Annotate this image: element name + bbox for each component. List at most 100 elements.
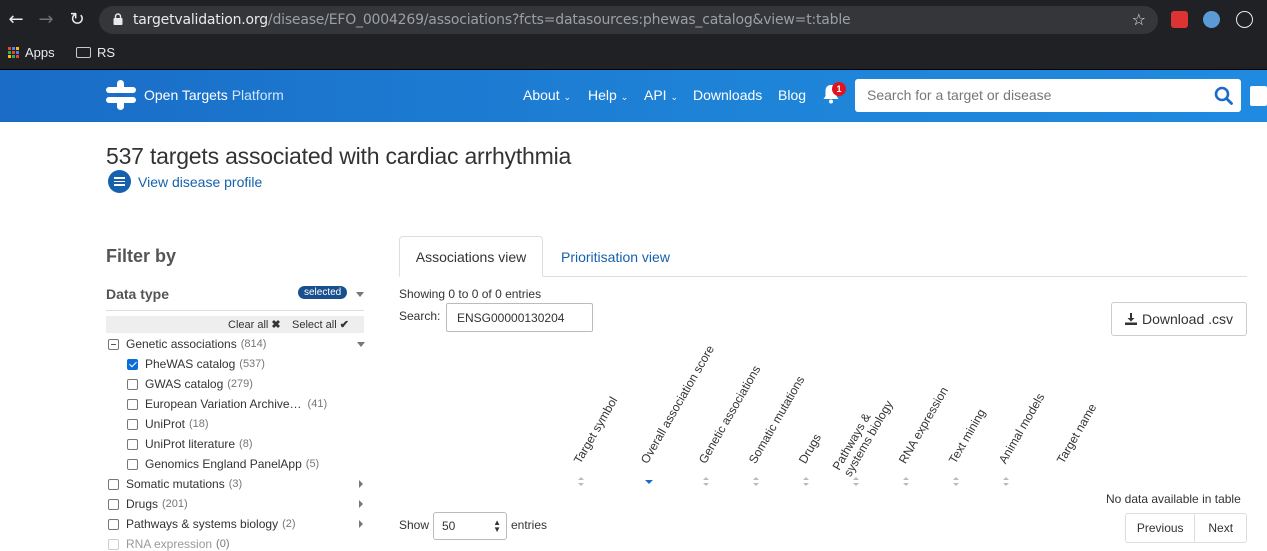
filter-item-pathways-systems-biology[interactable]: Pathways & systems biology (2) <box>108 517 296 531</box>
bookmark-rs[interactable]: RS <box>76 45 115 60</box>
filter-item-gwas-catalog[interactable]: GWAS catalog (279) <box>127 377 253 391</box>
filter-item-drugs[interactable]: Drugs (201) <box>108 497 188 511</box>
checkbox[interactable] <box>127 458 138 470</box>
nav-help[interactable]: Help ⌄ <box>588 87 628 103</box>
nav-api[interactable]: API ⌄ <box>644 87 678 103</box>
extension-red-icon[interactable] <box>1171 11 1188 28</box>
chevron-down-icon: ⌄ <box>620 92 629 102</box>
url-host: targetvalidation.org <box>133 12 268 28</box>
sort-icon[interactable] <box>852 477 860 487</box>
filter-item-label: UniProt literature <box>145 437 236 451</box>
sort-icon[interactable] <box>802 477 810 487</box>
nav-api-label: API <box>644 87 667 103</box>
caret-right-icon[interactable] <box>359 520 363 528</box>
filter-title: Filter by <box>106 246 177 266</box>
page-size-select[interactable]: 50 ▲ ▼ <box>433 512 507 540</box>
empty-table-message: No data available in table <box>1106 492 1241 506</box>
download-csv-button[interactable]: Download .csv <box>1111 302 1247 336</box>
table-search-input[interactable] <box>446 303 593 332</box>
filter-item-count: (814) <box>240 338 267 350</box>
nav-blog[interactable]: Blog <box>778 87 806 103</box>
nav-about[interactable]: About ⌄ <box>523 87 571 103</box>
tab-associations-view[interactable]: Associations view <box>399 236 543 277</box>
url-text: targetvalidation.org/disease/EFO_0004269… <box>133 12 851 28</box>
column-animal-models[interactable]: Animal models <box>996 391 1047 466</box>
filter-item-european-variation-archive[interactable]: European Variation Archive… (41) <box>127 397 327 411</box>
sort-icon[interactable] <box>1002 477 1010 487</box>
column-target-symbol[interactable]: Target symbol <box>571 394 620 466</box>
reload-icon[interactable]: ↻ <box>66 9 88 31</box>
bookmark-star-icon[interactable]: ☆ <box>1132 10 1146 29</box>
table-info: Showing 0 to 0 of 0 entries <box>399 287 542 301</box>
filter-item-phewas-catalog[interactable]: PheWAS catalog (537) <box>127 357 265 371</box>
data-type-facet-header[interactable]: Data type selected <box>106 283 364 311</box>
caret-down-icon <box>356 292 364 297</box>
sort-icon[interactable] <box>577 477 585 487</box>
sort-icon[interactable] <box>952 477 960 487</box>
filter-item-label: PheWAS catalog <box>145 357 236 371</box>
filter-item-count: (537) <box>239 358 265 370</box>
filter-item-genomics-england-panelapp[interactable]: Genomics England PanelApp (5) <box>127 457 319 471</box>
search-icon[interactable] <box>1214 86 1233 105</box>
bookmark-apps[interactable]: Apps <box>8 45 55 60</box>
filter-item-label: Genetic associations <box>126 337 237 351</box>
filter-item-label: UniProt <box>145 417 186 431</box>
data-type-label: Data type <box>106 286 170 302</box>
column-pathways-systems-biology[interactable]: Pathways & systems biology <box>830 384 900 479</box>
site-header: Open Targets Platform About ⌄ Help ⌄ API… <box>0 70 1267 122</box>
clear-all-button[interactable]: Clear all ✖ <box>228 318 281 331</box>
nav-about-label: About <box>523 87 560 103</box>
download-icon <box>1124 313 1137 325</box>
checkbox-partial[interactable] <box>108 338 119 350</box>
next-button[interactable]: Next <box>1195 514 1246 542</box>
filter-item-genetic-associations[interactable]: Genetic associations (814) <box>108 337 266 351</box>
column-drugs[interactable]: Drugs <box>796 431 824 466</box>
apps-grid-icon <box>8 47 19 58</box>
tab-prioritisation-view[interactable]: Prioritisation view <box>561 249 670 265</box>
select-all-button[interactable]: Select all ✔ <box>292 318 349 331</box>
extension-blue-icon[interactable] <box>1203 11 1220 28</box>
checkbox[interactable] <box>108 518 119 530</box>
download-csv-label: Download .csv <box>1141 311 1234 327</box>
filter-item-uniprot[interactable]: UniProt (18) <box>127 417 209 431</box>
checkbox[interactable] <box>108 478 119 490</box>
selected-badge: selected <box>298 286 348 299</box>
checkbox[interactable] <box>108 498 119 510</box>
filter-item-count: (18) <box>189 418 209 430</box>
checkbox[interactable] <box>127 418 138 430</box>
caret-down-icon[interactable] <box>357 342 365 347</box>
lock-icon <box>113 13 123 25</box>
global-search <box>855 79 1241 112</box>
checkbox[interactable] <box>127 438 138 450</box>
sort-desc-icon[interactable] <box>644 477 653 487</box>
filter-item-somatic-mutations[interactable]: Somatic mutations (3) <box>108 477 242 491</box>
sort-icon[interactable] <box>752 477 760 487</box>
column-text-mining[interactable]: Text mining <box>946 406 988 466</box>
checkbox[interactable] <box>127 398 138 410</box>
open-targets-logo[interactable]: Open Targets Platform <box>106 80 284 110</box>
filter-item-count: (0) <box>216 538 230 550</box>
extension-lock-icon[interactable] <box>1236 11 1253 28</box>
caret-right-icon[interactable] <box>359 500 363 508</box>
sort-icon[interactable] <box>702 477 710 487</box>
column-rna-expression[interactable]: RNA expression <box>896 384 951 466</box>
notification-badge: 1 <box>832 82 846 96</box>
logo-sub-text: Platform <box>231 87 284 103</box>
view-disease-profile-link[interactable]: View disease profile <box>108 170 262 193</box>
address-bar[interactable]: targetvalidation.org/disease/EFO_0004269… <box>99 6 1158 34</box>
checkbox[interactable] <box>127 378 138 390</box>
previous-button[interactable]: Previous <box>1126 514 1196 542</box>
sort-icon[interactable] <box>902 477 910 487</box>
page-size-value: 50 <box>442 519 456 533</box>
logo-main-text: Open Targets <box>144 87 228 103</box>
filter-item-count: (279) <box>227 378 253 390</box>
forward-arrow-icon[interactable]: → <box>35 9 57 31</box>
caret-right-icon[interactable] <box>359 480 363 488</box>
filter-item-uniprot-literature[interactable]: UniProt literature (8) <box>127 437 253 451</box>
nav-downloads[interactable]: Downloads <box>693 87 762 103</box>
checkbox-checked[interactable] <box>127 358 138 370</box>
back-arrow-icon[interactable]: ← <box>5 9 27 31</box>
document-icon[interactable] <box>1250 86 1267 106</box>
global-search-input[interactable] <box>867 87 1197 103</box>
column-target-name[interactable]: Target name <box>1054 401 1099 466</box>
